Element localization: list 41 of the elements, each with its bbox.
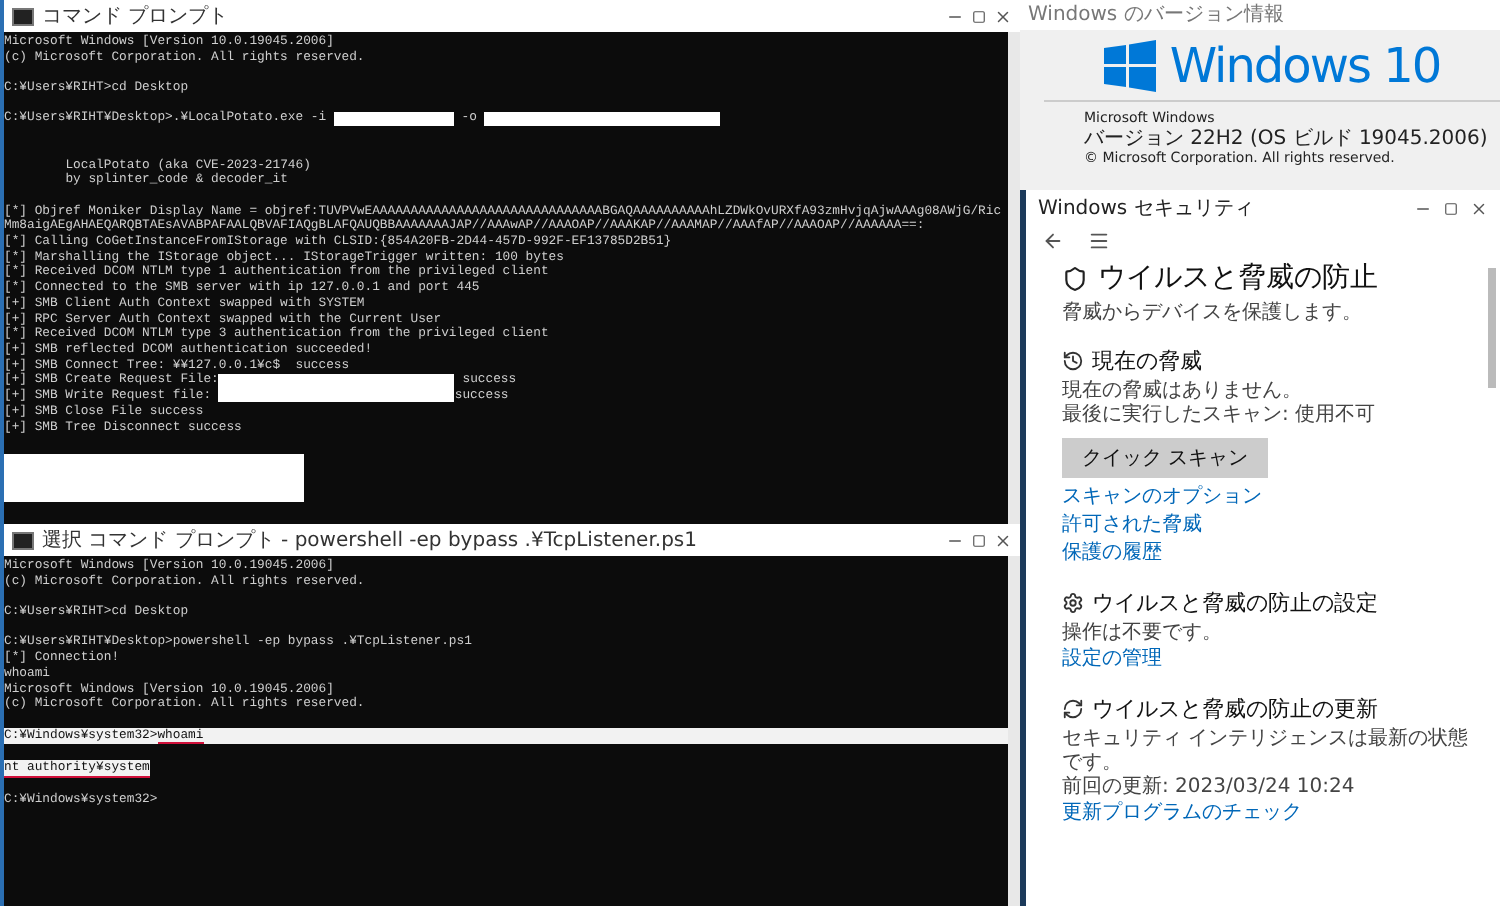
maximize-icon[interactable] [1444, 201, 1458, 215]
section-link[interactable]: 許可された脅威 [1062, 512, 1476, 540]
section-text: 現在の脅威はありません。 [1062, 380, 1304, 403]
version-info: バージョン 22H2 (OS ビルド 19045.2006) [1082, 128, 1490, 150]
scrollbar[interactable] [1488, 268, 1496, 388]
close-icon[interactable] [994, 7, 1012, 25]
menu-icon[interactable] [1088, 230, 1110, 252]
section-link[interactable]: スキャンのオプション [1062, 484, 1476, 512]
section-text: 最後に実行したスキャン: 使用不可 [1062, 404, 1378, 428]
window-title: Windows セキュリティ [1038, 196, 1256, 222]
section-heading: 現在の脅威 [1092, 346, 1202, 376]
section-link[interactable]: 更新プログラムのチェック [1062, 800, 1476, 828]
close-icon[interactable] [994, 531, 1012, 549]
close-icon[interactable] [1470, 199, 1488, 217]
section-text: 前回の更新: 2023/03/24 10:24 [1062, 776, 1357, 800]
quick-scan-button[interactable]: クイック スキャン [1062, 438, 1269, 478]
console-icon [12, 531, 34, 549]
window-title: コマンド プロンプト [42, 3, 231, 30]
maximize-icon[interactable] [972, 533, 986, 547]
section-link[interactable]: 設定の管理 [1062, 646, 1476, 674]
maximize-icon[interactable] [972, 9, 986, 23]
back-icon[interactable] [1042, 230, 1064, 252]
section-text: セキュリティ インテリジェンスは最新の状態です。 [1062, 728, 1471, 775]
scrollbar[interactable] [1008, 556, 1020, 906]
settings-icon [1062, 592, 1084, 614]
logo-text: Windows 10 [1169, 38, 1441, 94]
shield-icon [1062, 265, 1088, 291]
window-title: Windows のバージョン情報 [1020, 0, 1500, 30]
scrollbar[interactable] [1008, 32, 1020, 524]
console-icon [12, 7, 34, 25]
section-text: 操作は不要です。 [1062, 622, 1224, 646]
window-title: 選択 コマンド プロンプト - powershell -ep bypass .¥TcpListener.ps1 [42, 527, 700, 554]
page-heading: ウイルスと脅威の防止 [1098, 260, 1378, 296]
windows-logo-icon [1103, 40, 1156, 92]
refresh-icon [1062, 698, 1084, 720]
page-subtitle: 脅威からデバイスを保護します。 [1062, 302, 1364, 326]
section-link[interactable]: 保護の履歴 [1062, 540, 1476, 568]
section-heading: ウイルスと脅威の防止の設定 [1092, 588, 1378, 618]
section-heading: ウイルスと脅威の防止の更新 [1092, 694, 1378, 724]
history-icon [1062, 350, 1084, 372]
redaction-block [333, 111, 454, 126]
